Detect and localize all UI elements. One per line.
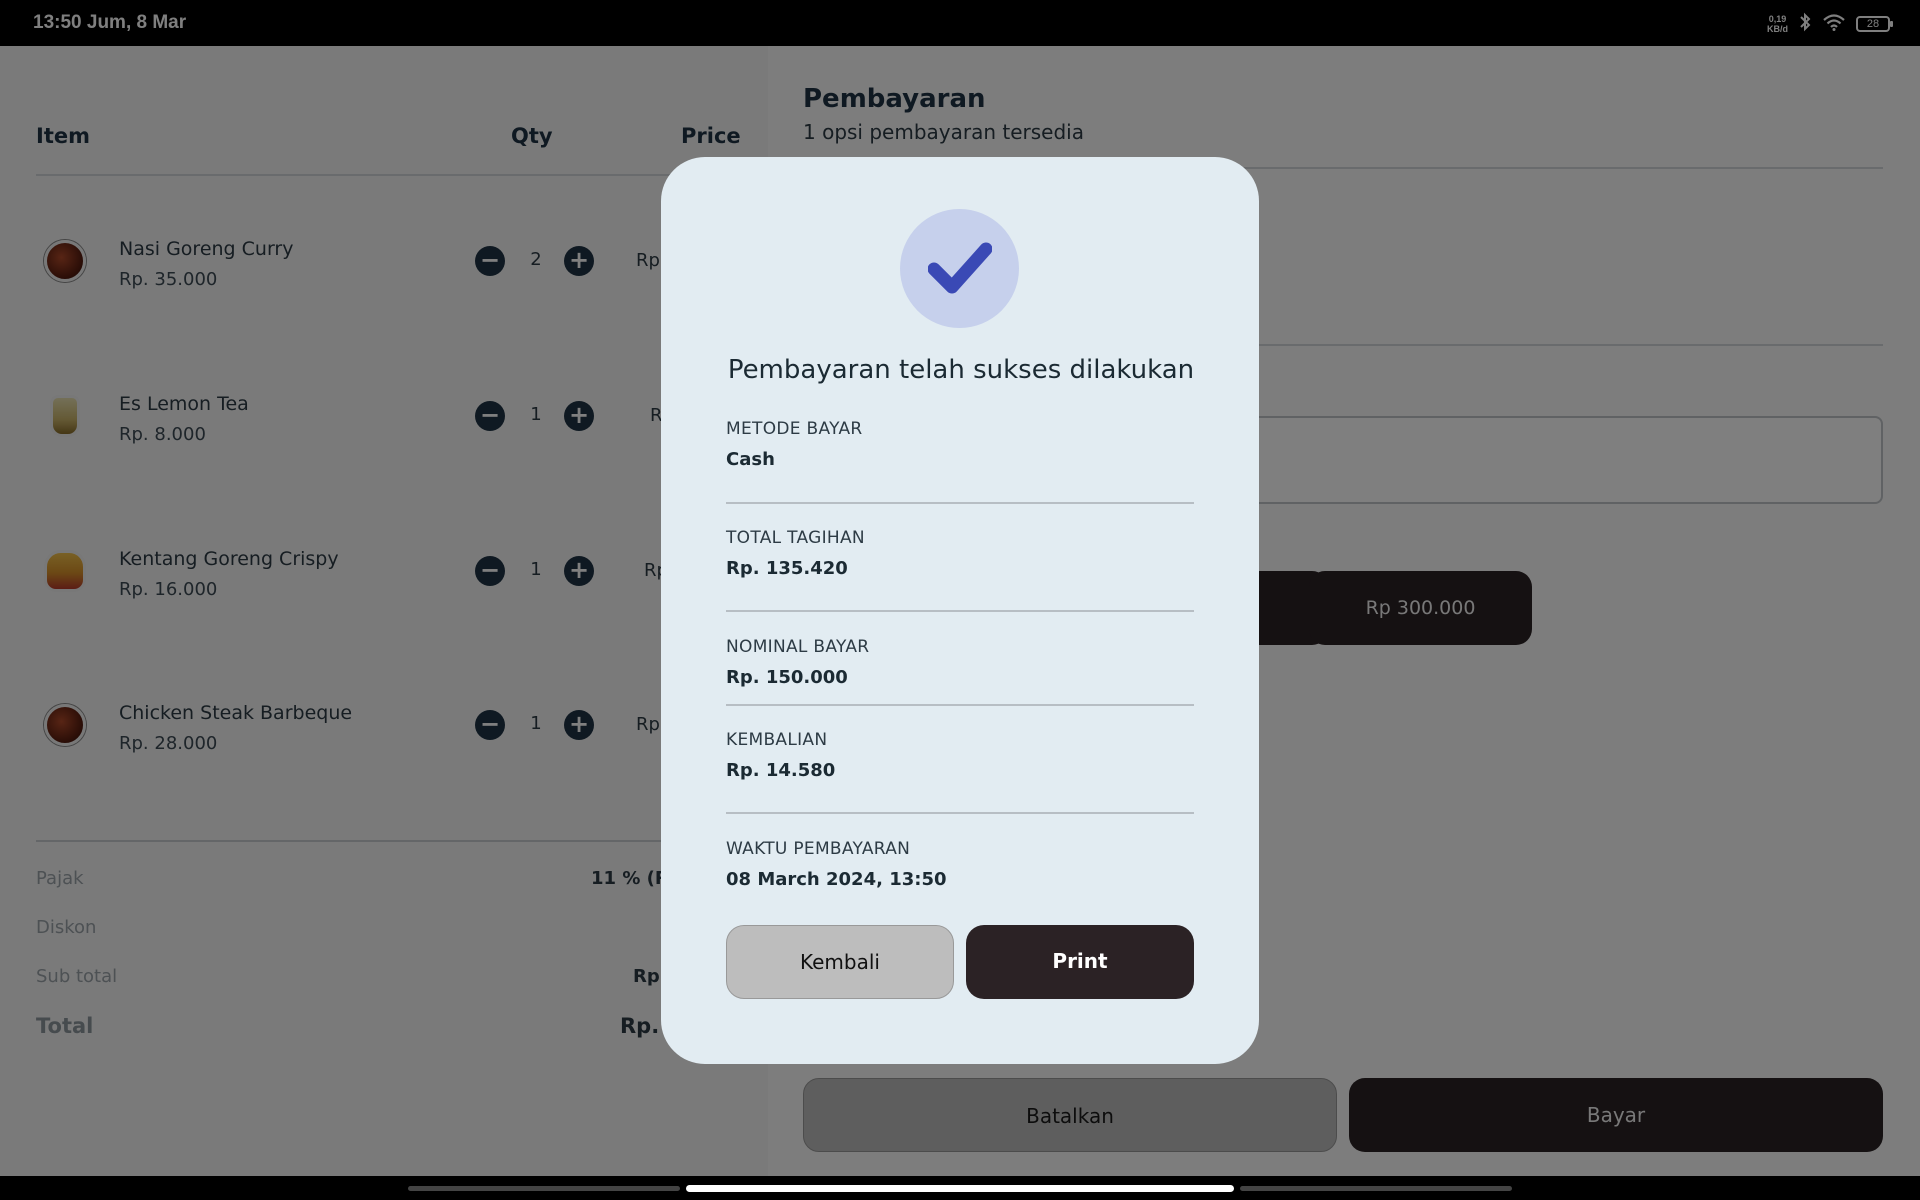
- field-value: Cash: [726, 449, 775, 470]
- field-divider: [726, 704, 1194, 706]
- field-value: Rp. 14.580: [726, 760, 836, 781]
- field-divider: [726, 502, 1194, 504]
- field-value: Rp. 135.420: [726, 558, 848, 579]
- field-value: 08 March 2024, 13:50: [726, 869, 947, 890]
- payment-success-dialog: Pembayaran telah sukses dilakukan METODE…: [661, 157, 1259, 1064]
- nav-track-right: [1240, 1186, 1512, 1191]
- field-label: NOMINAL BAYAR: [726, 637, 870, 657]
- field-label: METODE BAYAR: [726, 419, 863, 439]
- field-label: WAKTU PEMBAYARAN: [726, 839, 911, 859]
- total-bill-field: TOTAL TAGIHAN Rp. 135.420: [726, 528, 1194, 579]
- home-gesture-handle[interactable]: [686, 1185, 1234, 1192]
- field-divider: [726, 812, 1194, 814]
- amount-paid-field: NOMINAL BAYAR Rp. 150.000: [726, 637, 1194, 688]
- success-badge: [900, 209, 1019, 328]
- check-icon: [928, 242, 992, 294]
- field-label: KEMBALIAN: [726, 730, 828, 750]
- payment-method-field: METODE BAYAR Cash: [726, 419, 1194, 470]
- navigation-bar: [0, 1176, 1920, 1200]
- field-divider: [726, 610, 1194, 612]
- change-field: KEMBALIAN Rp. 14.580: [726, 730, 1194, 781]
- field-value: Rp. 150.000: [726, 667, 848, 688]
- field-label: TOTAL TAGIHAN: [726, 528, 865, 548]
- back-button[interactable]: Kembali: [726, 925, 954, 999]
- payment-time-field: WAKTU PEMBAYARAN 08 March 2024, 13:50: [726, 839, 1194, 890]
- nav-track-left: [408, 1186, 680, 1191]
- dialog-title: Pembayaran telah sukses dilakukan: [727, 355, 1195, 385]
- print-button[interactable]: Print: [966, 925, 1194, 999]
